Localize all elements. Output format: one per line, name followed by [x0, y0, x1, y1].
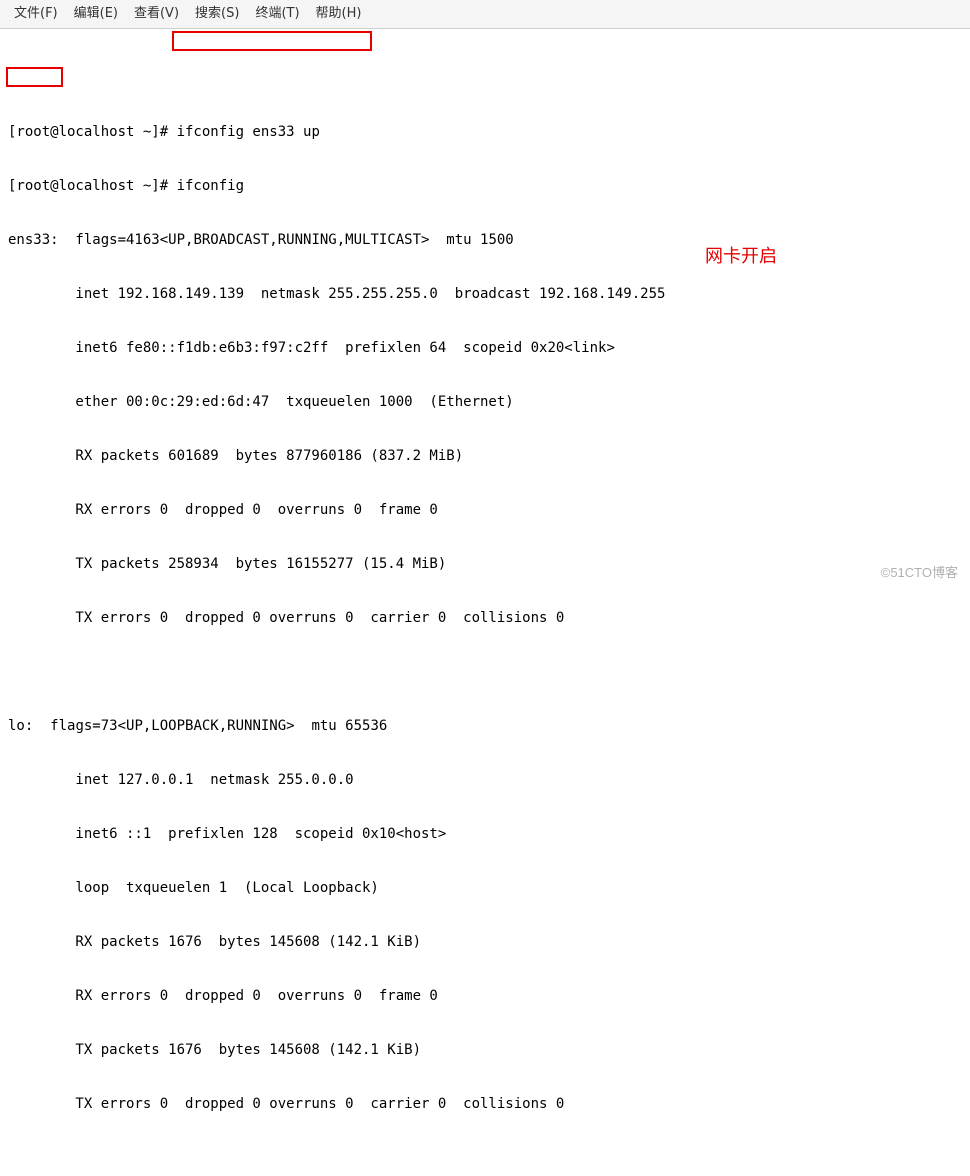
- lo-txe: TX errors 0 dropped 0 overruns 0 carrier…: [8, 1095, 962, 1113]
- ens33-txe: TX errors 0 dropped 0 overruns 0 carrier…: [8, 609, 962, 627]
- command-2: ifconfig: [177, 178, 244, 194]
- lo-inet6: inet6 ::1 prefixlen 128 scopeid 0x10<hos…: [8, 825, 962, 843]
- prompt: [root@localhost ~]#: [8, 124, 177, 140]
- ens33-inet6: inet6 fe80::f1db:e6b3:f97:c2ff prefixlen…: [8, 339, 962, 357]
- terminal-output[interactable]: [root@localhost ~]# ifconfig ens33 up [r…: [0, 29, 970, 1176]
- annotation-label: 网卡开启: [705, 247, 777, 265]
- lo-header: lo: flags=73<UP,LOOPBACK,RUNNING> mtu 65…: [8, 717, 962, 735]
- ens33-header: ens33: flags=4163<UP,BROADCAST,RUNNING,M…: [8, 231, 962, 249]
- command-1: ifconfig ens33 up: [177, 124, 320, 140]
- ens33-rxe: RX errors 0 dropped 0 overruns 0 frame 0: [8, 501, 962, 519]
- menu-search[interactable]: 搜索(S): [191, 3, 243, 25]
- menu-file[interactable]: 文件(F): [10, 3, 62, 25]
- lo-inet: inet 127.0.0.1 netmask 255.0.0.0: [8, 771, 962, 789]
- menu-help[interactable]: 帮助(H): [312, 3, 366, 25]
- lo-rxp: RX packets 1676 bytes 145608 (142.1 KiB): [8, 933, 962, 951]
- highlight-command: [172, 31, 372, 51]
- lo-rxe: RX errors 0 dropped 0 overruns 0 frame 0: [8, 987, 962, 1005]
- blank-2: [8, 1149, 962, 1167]
- menu-terminal[interactable]: 终端(T): [251, 3, 303, 25]
- highlight-interface: [6, 67, 63, 87]
- ens33-inet: inet 192.168.149.139 netmask 255.255.255…: [8, 285, 962, 303]
- prompt: [root@localhost ~]#: [8, 178, 177, 194]
- blank-1: [8, 663, 962, 681]
- lo-loop: loop txqueuelen 1 (Local Loopback): [8, 879, 962, 897]
- ens33-rxp: RX packets 601689 bytes 877960186 (837.2…: [8, 447, 962, 465]
- iface-name: lo:: [8, 718, 33, 734]
- lo-txp: TX packets 1676 bytes 145608 (142.1 KiB): [8, 1041, 962, 1059]
- menu-view[interactable]: 查看(V): [130, 3, 183, 25]
- prompt-line-1: [root@localhost ~]# ifconfig ens33 up: [8, 123, 962, 141]
- watermark: ©51CTO博客: [881, 564, 958, 582]
- iface-flags: flags=4163<UP,BROADCAST,RUNNING,MULTICAS…: [59, 232, 514, 248]
- ens33-ether: ether 00:0c:29:ed:6d:47 txqueuelen 1000 …: [8, 393, 962, 411]
- prompt-line-2: [root@localhost ~]# ifconfig: [8, 177, 962, 195]
- menu-edit[interactable]: 编辑(E): [70, 3, 122, 25]
- ens33-txp: TX packets 258934 bytes 16155277 (15.4 M…: [8, 555, 962, 573]
- menu-bar: 文件(F) 编辑(E) 查看(V) 搜索(S) 终端(T) 帮助(H): [0, 0, 970, 29]
- iface-name: ens33:: [8, 232, 59, 248]
- iface-flags: flags=73<UP,LOOPBACK,RUNNING> mtu 65536: [33, 718, 387, 734]
